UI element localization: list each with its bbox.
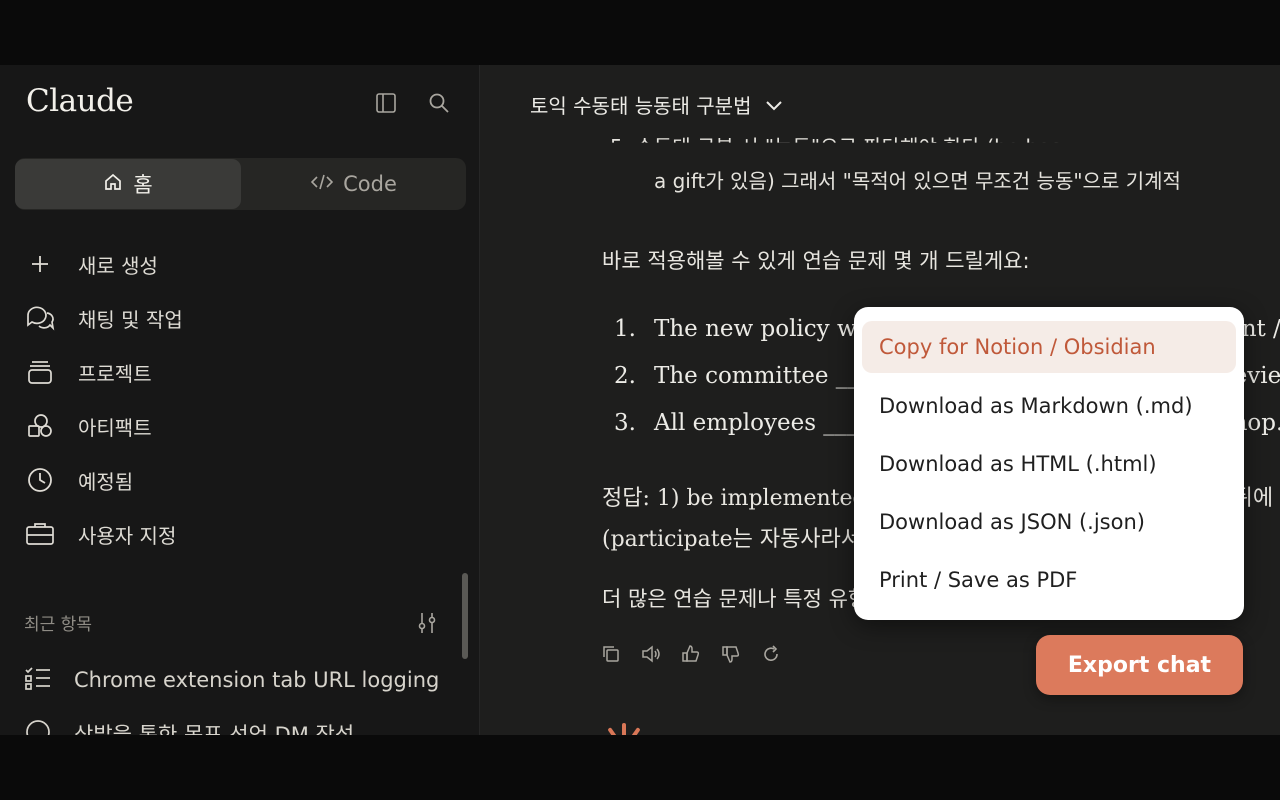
message-text: 5. 수동태 구분 시 "능동"으로 판단해야 한다 (he has	[610, 135, 1061, 159]
recent-item-label: Chrome extension tab URL logging	[74, 668, 440, 692]
thumbs-down-icon[interactable]	[720, 643, 742, 665]
message-intro: 바로 적용해볼 수 있게 연습 문제 몇 개 드릴게요:	[602, 249, 1030, 273]
chat-bubble-icon	[24, 719, 52, 735]
sidebar-item-label: 사용자 지정	[78, 523, 177, 548]
chat-icon	[24, 302, 56, 334]
sidebar-item-label: 새로 생성	[78, 253, 158, 278]
menu-item-print-pdf[interactable]: Print / Save as PDF	[862, 551, 1236, 609]
speaker-icon[interactable]	[640, 643, 662, 665]
tab-home[interactable]: 홈	[15, 159, 241, 209]
sidebar-item-label: 채팅 및 작업	[78, 307, 183, 332]
sidebar-item-new[interactable]: 새로 생성	[0, 237, 479, 291]
menu-item-copy-notion[interactable]: Copy for Notion / Obsidian	[862, 321, 1236, 373]
sidebar-item-scheduled[interactable]: 예정됨	[0, 453, 479, 507]
message-actions	[600, 643, 782, 665]
sidebar-nav: 새로 생성 채팅 및 작업 프로젝트 아티팩트 예정됨 사용자 지정	[0, 237, 479, 561]
sidebar: Claude 홈 Code 새로 생성 채팅 및 작업 프로젝트 아티팩트 예정…	[0, 65, 480, 735]
list-item[interactable]: 삭발을 통한 목표 선언 DM 작성	[0, 707, 450, 735]
list-item[interactable]: Chrome extension tab URL logging	[0, 653, 450, 707]
export-chat-button[interactable]: Export chat	[1036, 635, 1243, 695]
menu-item-download-html[interactable]: Download as HTML (.html)	[862, 435, 1236, 493]
list-number: 3.	[614, 409, 636, 436]
sidebar-item-label: 예정됨	[78, 469, 134, 494]
shapes-icon	[24, 410, 56, 442]
sidebar-item-projects[interactable]: 프로젝트	[0, 345, 479, 399]
tab-code-label: Code	[343, 172, 397, 196]
menu-item-download-json[interactable]: Download as JSON (.json)	[862, 493, 1236, 551]
sidebar-item-label: 프로젝트	[78, 361, 152, 386]
folder-stack-icon	[24, 356, 56, 388]
menu-item-download-markdown[interactable]: Download as Markdown (.md)	[862, 377, 1236, 435]
sidebar-item-customize[interactable]: 사용자 지정	[0, 507, 479, 561]
recent-item-label: 삭발을 통한 목표 선언 DM 작성	[74, 723, 355, 735]
brand-logo: Claude	[26, 83, 134, 119]
sidebar-toggle-icon[interactable]	[374, 91, 398, 115]
home-icon	[103, 172, 123, 197]
mode-switch: 홈 Code	[15, 158, 466, 210]
sidebar-item-label: 아티팩트	[78, 415, 152, 440]
export-menu: Copy for Notion / Obsidian Download as M…	[854, 307, 1244, 620]
sidebar-scrollbar[interactable]	[462, 573, 468, 659]
briefcase-icon	[24, 518, 56, 550]
plus-icon	[24, 248, 56, 280]
chat-title-text: 토익 수동태 능동태 구분법	[530, 94, 752, 118]
search-icon[interactable]	[427, 91, 451, 115]
sidebar-item-chats[interactable]: 채팅 및 작업	[0, 291, 479, 345]
clock-icon	[24, 464, 56, 496]
code-icon	[310, 172, 334, 196]
recent-heading: 최근 항목	[24, 615, 92, 635]
message-text: a gift가 있음) 그래서 "목적어 있으면 무조건 능동"으로 기계적	[654, 169, 1181, 193]
claude-spark-icon	[602, 721, 646, 735]
sidebar-item-artifacts[interactable]: 아티팩트	[0, 399, 479, 453]
chevron-down-icon	[765, 93, 783, 117]
recent-list: Chrome extension tab URL logging 삭발을 통한 …	[0, 653, 450, 735]
list-number: 2.	[614, 362, 636, 389]
filter-sliders-icon[interactable]	[415, 611, 439, 639]
list-number: 1.	[614, 315, 636, 342]
thumbs-up-icon[interactable]	[680, 643, 702, 665]
tab-code[interactable]: Code	[241, 159, 467, 209]
chat-title[interactable]: 토익 수동태 능동태 구분법	[530, 90, 783, 119]
copy-icon[interactable]	[600, 643, 622, 665]
checklist-icon	[24, 665, 52, 696]
tab-home-label: 홈	[133, 173, 153, 197]
retry-icon[interactable]	[760, 643, 782, 665]
